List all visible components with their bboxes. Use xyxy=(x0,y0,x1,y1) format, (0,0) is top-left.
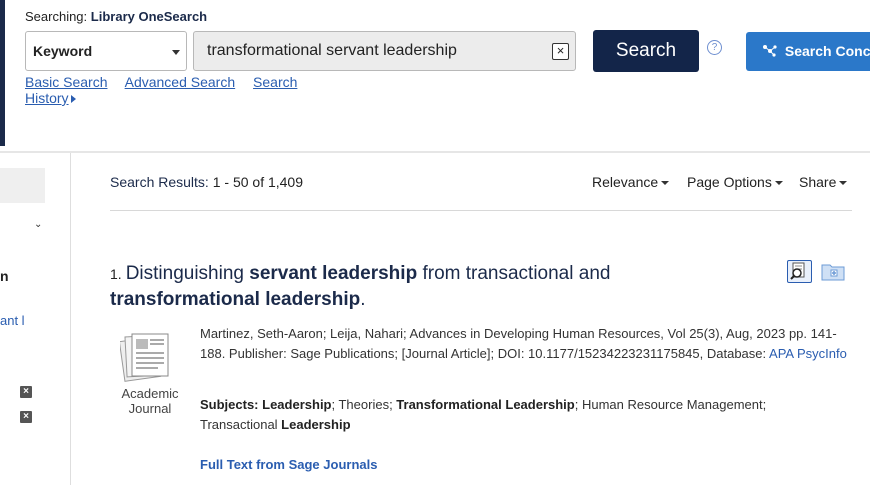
relevance-label: Relevance xyxy=(592,174,659,190)
caret-right-icon xyxy=(70,95,76,103)
result-citation: Martinez, Seth-Aaron; Leija, Nahari; Adv… xyxy=(200,324,852,364)
search-query-text: transformational servant leadership xyxy=(207,42,457,59)
result-subjects: Subjects: Leadership; Theories; Transfor… xyxy=(200,395,820,435)
citation-text: Martinez, Seth-Aaron; Leija, Nahari; Adv… xyxy=(200,326,837,361)
clear-icon[interactable]: × xyxy=(552,43,569,60)
header-divider xyxy=(0,151,870,153)
share-label: Share xyxy=(799,174,837,190)
results-count: Search Results: 1 - 50 of 1,409 xyxy=(110,174,303,190)
basic-search-link[interactable]: Basic Search xyxy=(25,74,107,90)
sidebar-heading-fragment: n xyxy=(0,268,9,284)
chevron-down-icon xyxy=(172,50,180,55)
remove-filter-icon[interactable]: × xyxy=(20,386,32,398)
subject-term[interactable]: Leadership xyxy=(262,397,331,412)
subject-term[interactable]: Leadership xyxy=(281,417,350,432)
database-link[interactable]: APA PsycInfo xyxy=(769,346,847,361)
subjects-label: Subjects: xyxy=(200,397,259,412)
full-text-link[interactable]: Full Text from Sage Journals xyxy=(200,457,377,472)
result-title-link[interactable]: Distinguishing servant leadership from t… xyxy=(110,263,610,310)
publication-type-line-1: Academic xyxy=(121,386,179,401)
caret-down-icon xyxy=(661,181,670,185)
chevron-down-icon[interactable]: ⌄ xyxy=(34,219,42,230)
search-concept-label: Search Conc xyxy=(784,43,870,59)
title-part: . xyxy=(360,289,366,310)
page-options-label: Page Options xyxy=(687,174,772,190)
publication-type-label: Academic Journal xyxy=(110,386,190,416)
search-field-select[interactable]: Keyword xyxy=(25,31,187,71)
search-concept-button[interactable]: Search Conc xyxy=(746,32,870,71)
title-part: Distinguishing xyxy=(125,263,250,284)
publication-type-line-2: Journal xyxy=(128,401,172,416)
result-number: 1. xyxy=(110,266,122,282)
title-part: from transactional and xyxy=(417,263,611,284)
search-header: Searching: Library OneSearch Keyword tra… xyxy=(0,0,870,150)
results-count-label: Search Results: xyxy=(110,174,209,190)
subject-term[interactable]: ; Theories; xyxy=(332,397,397,412)
page-options-dropdown[interactable]: Page Options xyxy=(687,174,783,190)
searching-label: Searching: Library OneSearch xyxy=(25,9,207,24)
title-part-highlight: transformational leadership xyxy=(110,289,361,310)
title-part-highlight: servant leadership xyxy=(249,263,418,284)
advanced-search-link[interactable]: Advanced Search xyxy=(125,74,236,90)
results-toolbar: Search Results: 1 - 50 of 1,409 Relevanc… xyxy=(110,173,852,211)
add-to-folder-icon[interactable] xyxy=(821,262,846,287)
results-count-value: 1 - 50 of 1,409 xyxy=(212,174,304,190)
result-title: 1. Distinguishing servant leadership from… xyxy=(110,261,730,312)
sidebar-heading-box xyxy=(0,168,45,203)
share-dropdown[interactable]: Share xyxy=(799,174,848,190)
caret-down-icon xyxy=(774,181,783,185)
searching-prefix: Searching: xyxy=(25,9,88,24)
help-icon[interactable]: ? xyxy=(707,40,722,55)
sidebar-filter-link[interactable]: ant l xyxy=(0,313,25,328)
refine-sidebar: ⌄ n ant l × × xyxy=(0,153,71,485)
remove-filter-icon[interactable]: × xyxy=(20,411,32,423)
search-button[interactable]: Search xyxy=(593,30,699,72)
database-name[interactable]: Library OneSearch xyxy=(91,9,207,24)
search-mode-links: Basic Search Advanced Search Search Hist… xyxy=(25,74,352,106)
preview-icon[interactable] xyxy=(787,260,812,283)
subject-term[interactable]: Transformational Leadership xyxy=(396,397,574,412)
caret-down-icon xyxy=(839,181,848,185)
concept-map-icon xyxy=(763,45,777,57)
search-input[interactable]: transformational servant leadership × xyxy=(193,31,576,71)
search-field-value: Keyword xyxy=(33,43,93,59)
magnifier-document-icon xyxy=(790,262,805,280)
header-accent-stripe xyxy=(0,0,5,146)
academic-journal-icon[interactable] xyxy=(118,331,174,388)
relevance-dropdown[interactable]: Relevance xyxy=(592,174,670,190)
